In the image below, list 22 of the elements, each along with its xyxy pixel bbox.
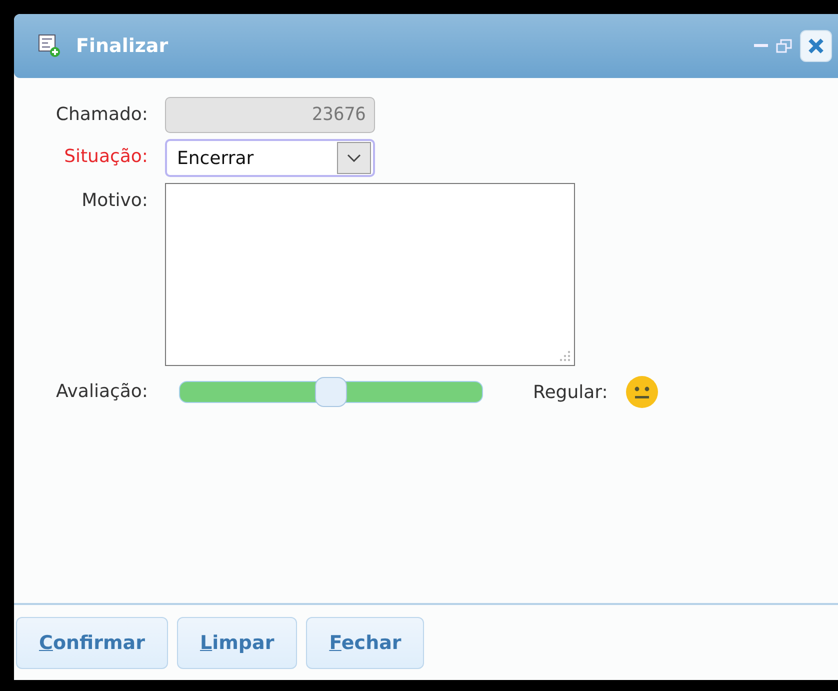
field-label: Situação: bbox=[63, 145, 149, 169]
field-label: Motivo: bbox=[80, 189, 149, 213]
minimize-icon[interactable] bbox=[754, 44, 768, 48]
close-icon bbox=[807, 37, 825, 55]
close-button[interactable] bbox=[800, 30, 832, 62]
neutral-face-icon bbox=[626, 376, 658, 408]
field-label: Chamado: bbox=[54, 103, 149, 127]
chevron-down-icon bbox=[347, 154, 361, 162]
ticket-field[interactable]: 23676 bbox=[165, 97, 375, 133]
resize-handle-icon[interactable] bbox=[559, 350, 571, 362]
rating-slider[interactable] bbox=[179, 377, 483, 407]
form-icon bbox=[38, 34, 62, 58]
field-label: Avaliação: bbox=[55, 380, 149, 404]
reason-textarea[interactable] bbox=[165, 183, 575, 366]
status-dropdown[interactable]: Encerrar bbox=[165, 139, 375, 177]
slider-thumb[interactable] bbox=[315, 377, 347, 407]
dialog-button[interactable]: Limpar bbox=[176, 617, 298, 669]
dialog-button[interactable]: Confirmar bbox=[16, 617, 168, 669]
window-title: Finalizar bbox=[76, 35, 170, 57]
dialog-button[interactable]: Fechar bbox=[306, 617, 424, 669]
restore-icon[interactable] bbox=[776, 39, 792, 53]
rating-text: Regular: bbox=[533, 382, 608, 402]
